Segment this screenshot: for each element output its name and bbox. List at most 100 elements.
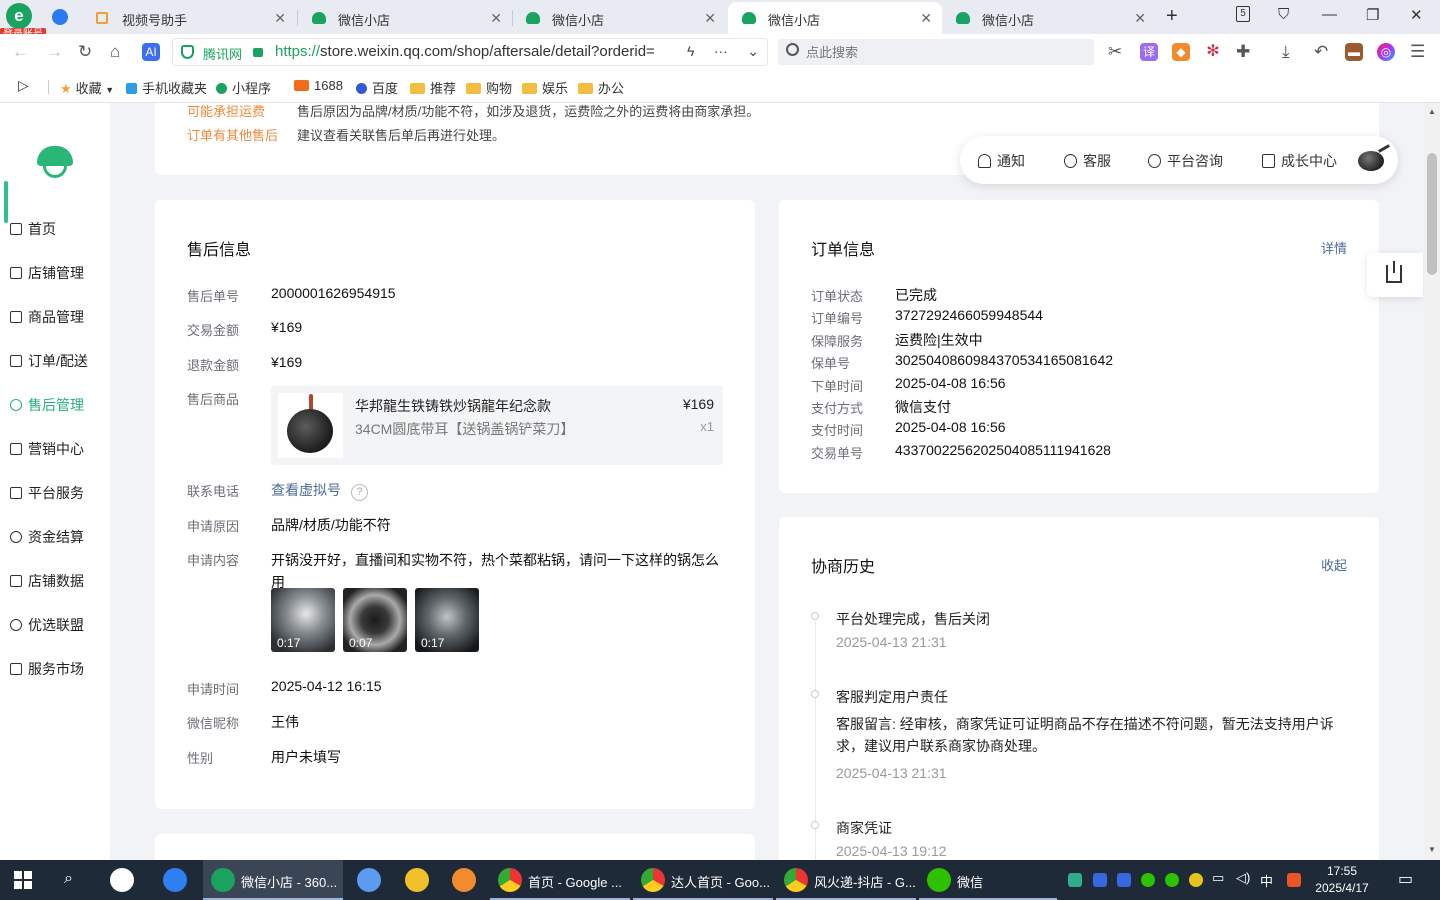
bookmark-folder-office[interactable]: 办公	[578, 78, 624, 97]
browser-logo-icon[interactable]: e	[6, 3, 32, 29]
bookmark-folder-shopping[interactable]: 购物	[466, 78, 512, 97]
taskbar-app-360-browser[interactable]: 微信小店 - 360...	[203, 860, 343, 900]
view-virtual-number-link[interactable]: 查看虚拟号?	[271, 480, 368, 501]
shop-logo-icon[interactable]	[37, 146, 73, 182]
evidence-video[interactable]: 0:17	[271, 588, 335, 652]
notifications-button[interactable]: 通知	[978, 151, 1025, 171]
app-icon-w[interactable]	[452, 868, 476, 892]
forward-button[interactable]: →	[46, 42, 63, 62]
volume-icon[interactable]: ◁)	[1236, 870, 1250, 886]
close-icon[interactable]: ✕	[704, 10, 716, 27]
tab-weixin-store-2[interactable]: 微信小店 ✕	[512, 2, 726, 34]
sidebar-item-aftersale[interactable]: 售后管理	[10, 395, 84, 417]
evidence-video[interactable]: 0:07	[343, 588, 407, 652]
search-box[interactable]	[778, 39, 1094, 65]
help-icon[interactable]: ?	[351, 484, 368, 501]
ai-assistant-icon[interactable]: AI	[142, 43, 160, 61]
translate-icon[interactable]: 译	[1140, 43, 1158, 61]
bookmark-miniprogram[interactable]: 小程序	[216, 78, 280, 97]
scroll-down-arrow-icon[interactable]: ▼	[1428, 845, 1436, 854]
sidebar-item-marketing[interactable]: 营销中心	[10, 439, 84, 461]
bookmark-folder-recommend[interactable]: 推荐	[410, 78, 456, 97]
address-bar[interactable]: 腾讯网 https://store.weixin.qq.com/shop/aft…	[172, 38, 768, 66]
taskbar-app-wechat[interactable]: 微信	[919, 860, 1057, 900]
taskbar-app-chrome-home[interactable]: 首页 - Google ...	[490, 860, 630, 900]
network-icon[interactable]: ▭	[1212, 870, 1224, 886]
tray-app-icon[interactable]	[1117, 873, 1131, 887]
growth-center-button[interactable]: 成长中心	[1262, 151, 1337, 171]
url-text[interactable]: https://store.weixin.qq.com/shop/aftersa…	[275, 43, 667, 60]
taskbar-app-chrome-talent[interactable]: 达人首页 - Goo...	[633, 860, 773, 900]
tab-weixin-store-4[interactable]: 微信小店 ✕	[942, 2, 1156, 34]
product-card[interactable]: 华邦龍生铁铸铁炒锅龍年纪念款 34CM圆底带耳【送锅盖锅铲菜刀】 ¥169 x1	[271, 386, 723, 465]
gamepad-icon[interactable]: ◆	[1172, 43, 1190, 61]
windows-start-icon[interactable]	[14, 871, 32, 889]
shirt-icon[interactable]: ⛉	[1278, 6, 1289, 23]
system-clock[interactable]: 17:55 2025/4/17	[1312, 863, 1372, 897]
shop-avatar[interactable]	[1358, 144, 1390, 175]
restore-button[interactable]: ❐	[1366, 6, 1379, 24]
tab-weixin-store-1[interactable]: 微信小店 ✕	[298, 2, 512, 34]
close-icon[interactable]: ✕	[490, 10, 502, 27]
page-scrollbar[interactable]: ▲ ▼	[1424, 103, 1440, 860]
tray-app-icon[interactable]	[1068, 873, 1082, 887]
download-icon[interactable]: ⤓	[1282, 42, 1290, 62]
new-tab-button[interactable]: +	[1166, 5, 1178, 28]
sidebar-item-service-market[interactable]: 服务市场	[10, 659, 84, 681]
tray-app-icon[interactable]	[1189, 873, 1203, 887]
more-icon[interactable]: ···	[714, 43, 728, 59]
scissors-icon[interactable]: ✂	[1108, 42, 1122, 62]
extensions-icon[interactable]: ✚	[1236, 42, 1250, 62]
sidebar-item-platform-services[interactable]: 平台服务	[10, 483, 84, 505]
sidebar-item-orders[interactable]: 订单/配送	[10, 351, 88, 373]
sidebar-item-home[interactable]: 首页	[10, 219, 56, 241]
scroll-up-arrow-icon[interactable]: ▲	[1428, 107, 1436, 116]
close-icon[interactable]: ✕	[920, 10, 932, 27]
tab-count-badge[interactable]: 5	[1236, 6, 1250, 22]
search-input[interactable]	[806, 42, 1076, 62]
bookmark-1688[interactable]: 1688	[294, 78, 343, 93]
bookmark-mobile[interactable]: 手机收藏夹	[126, 78, 207, 97]
sidebar-item-store[interactable]: 店铺管理	[10, 263, 84, 285]
app-icon-k[interactable]	[163, 868, 187, 892]
customer-service-button[interactable]: 客服	[1064, 151, 1111, 171]
briefcase-icon[interactable]: ▬	[1345, 43, 1363, 61]
colorful-extension-icon[interactable]: ◎	[1377, 43, 1395, 61]
bookmark-folder-entertainment[interactable]: 娱乐	[522, 78, 568, 97]
app-icon-chat[interactable]	[405, 868, 429, 892]
close-icon[interactable]: ✕	[274, 10, 286, 27]
close-icon[interactable]: ✕	[1134, 10, 1146, 27]
menu-icon[interactable]: ☰	[1410, 42, 1425, 62]
search-icon[interactable]: ⌕	[64, 870, 73, 888]
sidebar-item-products[interactable]: 商品管理	[10, 307, 84, 329]
evidence-video[interactable]: 0:17	[415, 588, 479, 652]
sidebar-item-alliance[interactable]: 优选联盟	[10, 615, 84, 637]
tray-app-icon[interactable]	[1093, 873, 1107, 887]
app-icon-flower[interactable]	[110, 868, 134, 892]
lightning-icon[interactable]: ϟ	[687, 43, 694, 59]
sidebar-toggle-icon[interactable]: ▷	[18, 77, 29, 94]
reload-button[interactable]: ↻	[78, 42, 92, 62]
tray-app-icon[interactable]	[1141, 873, 1155, 887]
platform-consult-button[interactable]: 平台咨询	[1148, 151, 1223, 171]
sidebar-item-settlement[interactable]: 资金结算	[10, 527, 84, 549]
collapse-link[interactable]: 收起	[1321, 555, 1347, 574]
chevron-down-icon[interactable]: ⌄	[747, 43, 759, 59]
bookmark-baidu[interactable]: 百度	[356, 78, 398, 97]
taskbar-app-chrome-douyin[interactable]: 风火递-抖店 - G...	[776, 860, 916, 900]
order-detail-link[interactable]: 详情	[1321, 238, 1347, 257]
notification-center-icon[interactable]: ▭	[1398, 869, 1413, 889]
home-button[interactable]: ⌂	[110, 42, 120, 62]
back-button[interactable]: ←	[12, 42, 29, 62]
app-icon-search-tool[interactable]	[357, 868, 381, 892]
sidebar-item-store-data[interactable]: 店铺数据	[10, 571, 84, 593]
export-button[interactable]	[1367, 253, 1423, 297]
close-window-button[interactable]: ✕	[1410, 6, 1423, 24]
tab-video-assistant[interactable]: 视频号助手 ✕	[82, 2, 296, 34]
undo-icon[interactable]: ↶	[1314, 42, 1328, 62]
flower-icon[interactable]: ✻	[1204, 43, 1222, 61]
ime-indicator[interactable]: 中	[1260, 871, 1273, 890]
tray-wechat-icon[interactable]	[1165, 873, 1179, 887]
bookmark-favorites[interactable]: ★ 收藏 ▼	[60, 78, 114, 97]
scrollbar-thumb[interactable]	[1427, 153, 1437, 275]
